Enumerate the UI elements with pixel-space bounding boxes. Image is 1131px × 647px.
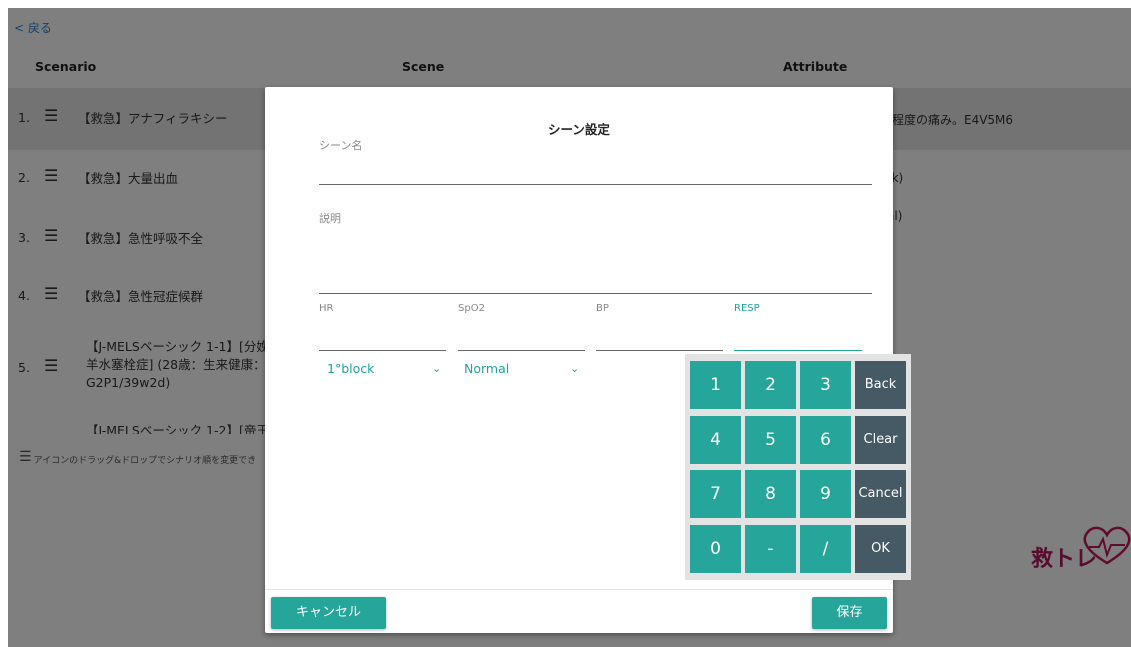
- rhythm-select-value: 1°block: [327, 361, 375, 376]
- key-7[interactable]: 7: [690, 470, 741, 518]
- key-5[interactable]: 5: [745, 416, 796, 464]
- key-4[interactable]: 4: [690, 416, 741, 464]
- key-6[interactable]: 6: [800, 416, 851, 464]
- description-label: 説明: [319, 212, 341, 225]
- chevron-down-icon: ⌄: [432, 362, 442, 375]
- key-slash[interactable]: /: [800, 525, 851, 573]
- spo2-input[interactable]: [458, 350, 585, 351]
- modal-title: シーン設定: [548, 122, 610, 137]
- scene-name-input[interactable]: [319, 184, 872, 185]
- save-button[interactable]: 保存: [812, 597, 887, 629]
- key-2[interactable]: 2: [745, 361, 796, 409]
- bp-input[interactable]: [596, 350, 723, 351]
- footer-divider: [265, 589, 893, 590]
- key-9[interactable]: 9: [800, 470, 851, 518]
- key-1[interactable]: 1: [690, 361, 741, 409]
- status-select-value: Normal: [464, 361, 510, 376]
- bp-label: BP: [596, 303, 609, 314]
- hr-input[interactable]: [319, 350, 446, 351]
- rhythm-select[interactable]: 1°block ⌄: [327, 361, 447, 376]
- spo2-label: SpO2: [458, 303, 485, 314]
- key-cancel[interactable]: Cancel: [855, 470, 906, 518]
- key-minus[interactable]: -: [745, 525, 796, 573]
- key-back[interactable]: Back: [855, 361, 906, 409]
- key-0[interactable]: 0: [690, 525, 741, 573]
- key-clear[interactable]: Clear: [855, 416, 906, 464]
- hr-label: HR: [319, 303, 334, 314]
- status-select[interactable]: Normal ⌄: [464, 361, 584, 376]
- key-ok[interactable]: OK: [855, 525, 906, 573]
- cancel-button[interactable]: キャンセル: [271, 597, 386, 629]
- key-8[interactable]: 8: [745, 470, 796, 518]
- chevron-down-icon: ⌄: [570, 362, 580, 375]
- resp-input[interactable]: [734, 350, 862, 351]
- description-textarea[interactable]: [319, 293, 872, 294]
- numeric-keypad: 1 2 3 Back 4 5 6 Clear 7 8 9 Cancel 0 - …: [685, 354, 911, 580]
- resp-label: RESP: [734, 303, 760, 314]
- key-3[interactable]: 3: [800, 361, 851, 409]
- scene-name-label: シーン名: [319, 139, 363, 152]
